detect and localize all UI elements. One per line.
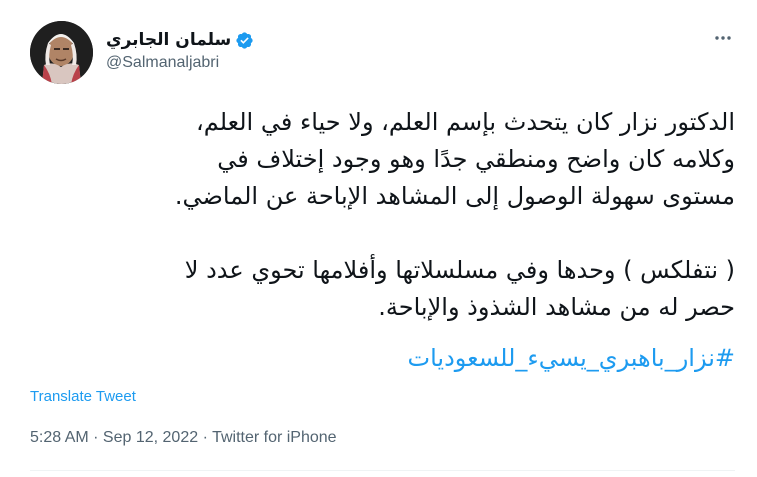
- tweet-date[interactable]: Sep 12, 2022: [103, 429, 198, 446]
- user-handle[interactable]: @Salmanaljabri: [106, 54, 254, 72]
- tweet-text: الدكتور نزار كان يتحدث بإسم العلم، ولا ح…: [30, 104, 735, 326]
- tweet-line: وكلامه كان واضح ومنطقي جدًا وهو وجود إخت…: [217, 145, 735, 173]
- divider: [30, 470, 735, 471]
- verified-badge-icon: [235, 31, 254, 50]
- translate-tweet-link[interactable]: Translate Tweet: [30, 388, 136, 405]
- hashtag-link[interactable]: #نزار_باهبري_يسيء_للسعوديات: [407, 344, 735, 372]
- tweet-header: سلمان الجابري @Salmanaljabri: [106, 28, 254, 72]
- display-name-row: سلمان الجابري: [106, 28, 254, 52]
- tweet-meta: 5:28 AM · Sep 12, 2022 · Twitter for iPh…: [30, 429, 337, 447]
- tweet-line: الدكتور نزار كان يتحدث بإسم العلم، ولا ح…: [196, 108, 735, 136]
- tweet-line: مستوى سهولة الوصول إلى المشاهد الإباحة ع…: [174, 182, 735, 210]
- avatar-image: [30, 21, 93, 84]
- avatar[interactable]: [30, 21, 93, 84]
- meta-separator: ·: [198, 429, 213, 446]
- tweet-line: ( نتفلكس ) وحدها وفي مسلسلاتها وأفلامها …: [184, 256, 735, 284]
- meta-separator: ·: [88, 429, 103, 446]
- tweet-line: حصر له من مشاهد الشذوذ والإباحة.: [378, 293, 735, 321]
- more-horizontal-icon[interactable]: [711, 26, 735, 50]
- tweet-card: سلمان الجابري @Salmanaljabri الدكتور نزا…: [0, 0, 757, 477]
- tweet-time[interactable]: 5:28 AM: [30, 429, 89, 446]
- tweet-source[interactable]: Twitter for iPhone: [212, 429, 337, 446]
- display-name[interactable]: سلمان الجابري: [106, 30, 231, 50]
